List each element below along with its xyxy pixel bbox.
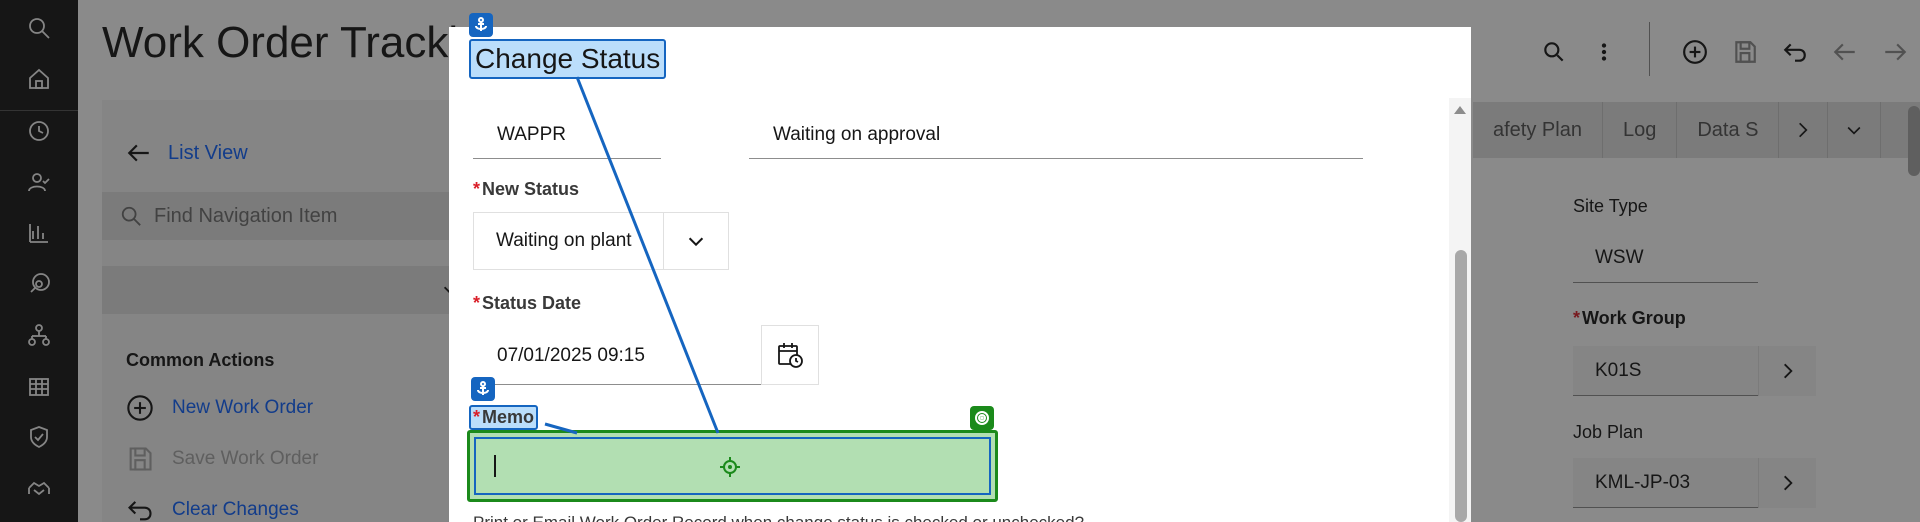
crosshair-icon xyxy=(720,457,740,477)
current-status-code: WAPPR xyxy=(473,111,661,159)
new-status-value: Waiting on plant xyxy=(496,230,632,251)
anchor-icon xyxy=(471,377,495,401)
status-date-label: * Status Date xyxy=(473,293,582,313)
memo-label: * Memo xyxy=(469,405,539,430)
dialog-scrollbar-thumb[interactable] xyxy=(1455,250,1467,522)
target-icon xyxy=(970,406,994,430)
new-status-label: * New Status xyxy=(473,179,580,199)
required-marker: * xyxy=(473,293,481,313)
change-status-dialog: Change Status WAPPR Waiting on approval … xyxy=(449,27,1471,522)
anchor-icon xyxy=(469,13,493,37)
chevron-down-icon xyxy=(688,237,704,247)
required-marker: * xyxy=(473,407,481,427)
text-caret xyxy=(494,455,496,477)
print-email-note: Print or Email Work Order Record when ch… xyxy=(473,513,1084,522)
date-picker-button[interactable] xyxy=(761,325,819,385)
dialog-title: Change Status xyxy=(469,39,667,79)
calendar-clock-icon xyxy=(778,343,803,368)
scroll-up-icon[interactable] xyxy=(1453,103,1467,117)
new-status-dropdown-button[interactable] xyxy=(663,212,729,270)
current-status-description: Waiting on approval xyxy=(749,111,1363,159)
required-marker: * xyxy=(473,179,481,199)
status-date-input[interactable]: 07/01/2025 09:15 xyxy=(473,327,761,385)
